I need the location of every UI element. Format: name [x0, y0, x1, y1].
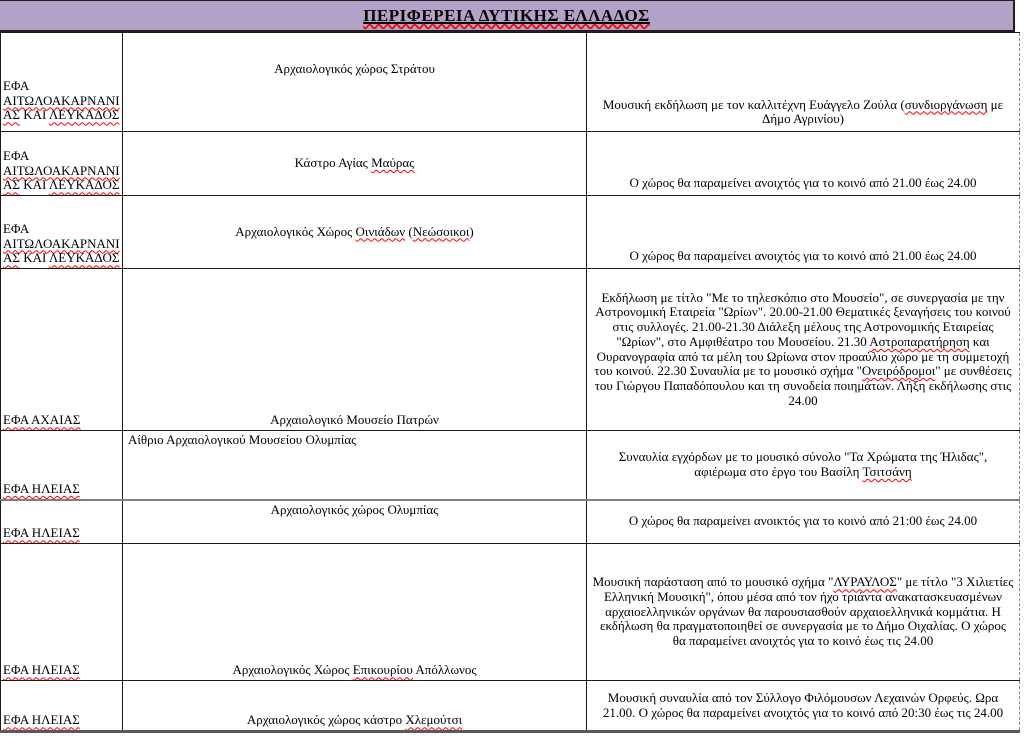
region-title: ΠΕΡΙΦΕΡΕΙΑ ΔΥΤΙΚΗΣ ΕΛΛΑΔΟΣ — [363, 6, 650, 26]
table-row: ΕΦΑ ΗΛΕΙΑΣΑρχαιολογικός χώρος ΟλυμπίαςΟ … — [1, 500, 1020, 544]
site-cell: Αρχαιολογικός χώρος Ολυμπίας — [123, 500, 587, 544]
event-description-cell: Ο χώρος θα παραμείνει ανοιχτός για το κο… — [587, 196, 1020, 269]
region-header-bar: ΠΕΡΙΦΕΡΕΙΑ ΔΥΤΙΚΗΣ ΕΛΛΑΔΟΣ — [0, 0, 1015, 32]
table-row: ΕΦΑ ΗΛΕΙΑΣΑρχαιολογικός χώρος κάστρο Χλε… — [1, 681, 1020, 732]
site-cell: Αρχαιολογικός χώρος κάστρο Χλεμούτσι — [123, 681, 587, 732]
site-cell: Αρχαιολογικός Χώρος Επικουρίου Απόλλωνος — [123, 544, 587, 681]
table-row: ΕΦΑ ΑΙΤΩΛΟΑΚΑΡΝΑΝΙΑΣ ΚΑΙ ΛΕΥΚΑΔΟΣΚάστρο … — [1, 132, 1020, 196]
agency-cell: ΕΦΑ ΑΙΤΩΛΟΑΚΑΡΝΑΝΙΑΣ ΚΑΙ ΛΕΥΚΑΔΟΣ — [1, 132, 123, 196]
agency-cell: ΕΦΑ ΑΙΤΩΛΟΑΚΑΡΝΑΝΙΑΣ ΚΑΙ ΛΕΥΚΑΔΟΣ — [1, 33, 123, 132]
table-row: ΕΦΑ ΑΧΑΙΑΣΑρχαιολογικό Μουσείο ΠατρώνΕκδ… — [1, 269, 1020, 431]
agency-cell: ΕΦΑ ΗΛΕΙΑΣ — [1, 544, 123, 681]
event-description-cell: Ο χώρος θα παραμείνει ανοικτός για το κο… — [587, 500, 1020, 544]
table-row: ΕΦΑ ΗΛΕΙΑΣΑίθριο Αρχαιολογικού Μουσείου … — [1, 431, 1020, 500]
site-cell: Αίθριο Αρχαιολογικού Μουσείου Ολυμπίας — [123, 431, 587, 500]
event-description-cell: Μουσική συναυλία από τον Σύλλογο Φιλόμου… — [587, 681, 1020, 732]
site-cell: Αρχαιολογικός χώρος Στράτου — [123, 33, 587, 132]
document-page: ΠΕΡΙΦΕΡΕΙΑ ΔΥΤΙΚΗΣ ΕΛΛΑΔΟΣ ΕΦΑ ΑΙΤΩΛΟΑΚΑ… — [0, 0, 1024, 737]
event-description-cell: Μουσική εκδήλωση με τον καλλιτέχνη Ευάγγ… — [587, 33, 1020, 132]
event-description-cell: Συναυλία εγχόρδων με το μουσικό σύνολο "… — [587, 431, 1020, 500]
table-row: ΕΦΑ ΗΛΕΙΑΣΑρχαιολογικός Χώρος Επικουρίου… — [1, 544, 1020, 681]
site-cell: Αρχαιολογικό Μουσείο Πατρών — [123, 269, 587, 431]
site-cell: Αρχαιολογικός Χώρος Οινιάδων (Νεώσοικοι) — [123, 196, 587, 269]
agency-cell: ΕΦΑ ΑΧΑΙΑΣ — [1, 269, 123, 431]
events-table-body: ΕΦΑ ΑΙΤΩΛΟΑΚΑΡΝΑΝΙΑΣ ΚΑΙ ΛΕΥΚΑΔΟΣΑρχαιολ… — [1, 33, 1020, 732]
event-description-cell: Ο χώρος θα παραμείνει ανοιχτός για το κο… — [587, 132, 1020, 196]
events-table: ΕΦΑ ΑΙΤΩΛΟΑΚΑΡΝΑΝΙΑΣ ΚΑΙ ΛΕΥΚΑΔΟΣΑρχαιολ… — [0, 32, 1020, 733]
agency-cell: ΕΦΑ ΗΛΕΙΑΣ — [1, 500, 123, 544]
agency-cell: ΕΦΑ ΗΛΕΙΑΣ — [1, 431, 123, 500]
agency-cell: ΕΦΑ ΑΙΤΩΛΟΑΚΑΡΝΑΝΙΑΣ ΚΑΙ ΛΕΥΚΑΔΟΣ — [1, 196, 123, 269]
event-description-cell: Μουσική παράσταση από το μουσικό σχήμα "… — [587, 544, 1020, 681]
table-row: ΕΦΑ ΑΙΤΩΛΟΑΚΑΡΝΑΝΙΑΣ ΚΑΙ ΛΕΥΚΑΔΟΣΑρχαιολ… — [1, 33, 1020, 132]
site-cell: Κάστρο Αγίας Μαύρας — [123, 132, 587, 196]
event-description-cell: Εκδήλωση με τίτλο "Με το τηλεσκόπιο στο … — [587, 269, 1020, 431]
table-row: ΕΦΑ ΑΙΤΩΛΟΑΚΑΡΝΑΝΙΑΣ ΚΑΙ ΛΕΥΚΑΔΟΣΑρχαιολ… — [1, 196, 1020, 269]
agency-cell: ΕΦΑ ΗΛΕΙΑΣ — [1, 681, 123, 732]
